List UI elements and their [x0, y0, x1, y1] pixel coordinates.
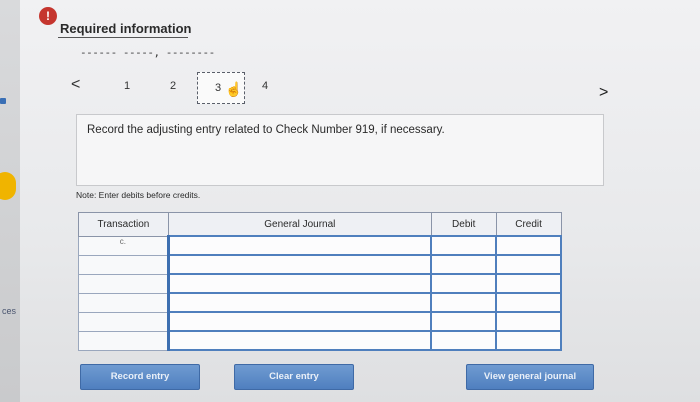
current-page-number: 3	[215, 82, 222, 94]
debit-input[interactable]	[430, 254, 498, 275]
page: ces ! Required information ------ -----,…	[0, 0, 700, 402]
sidebar-yellow-marker[interactable]	[0, 172, 16, 200]
column-header-transaction: Transaction	[78, 212, 169, 237]
debit-input[interactable]	[430, 273, 498, 294]
journal-entry-table: Transaction General Journal Debit Credit…	[78, 212, 562, 351]
record-entry-button[interactable]: Record entry	[80, 364, 200, 390]
account-input[interactable]	[166, 273, 433, 294]
account-input[interactable]	[166, 330, 433, 351]
table-row	[78, 311, 562, 332]
table-row	[78, 254, 562, 275]
transaction-cell	[78, 273, 169, 294]
account-input[interactable]	[166, 235, 433, 256]
next-page-button[interactable]: >	[599, 84, 608, 102]
left-sidebar-strip: ces	[0, 0, 20, 402]
transaction-cell	[78, 292, 169, 313]
table-row	[78, 330, 562, 351]
column-header-credit: Credit	[495, 212, 562, 237]
view-general-journal-button[interactable]: View general journal	[466, 364, 594, 390]
prev-page-button[interactable]: <	[71, 76, 80, 94]
account-input[interactable]	[166, 254, 433, 275]
debit-input[interactable]	[430, 311, 498, 332]
question-text: Record the adjusting entry related to Ch…	[87, 124, 445, 136]
page-4-button[interactable]: 4	[262, 80, 268, 92]
sidebar-blue-marker	[0, 98, 6, 104]
alert-icon: !	[39, 7, 57, 25]
page-2-button[interactable]: 2	[170, 80, 176, 92]
required-information-title: Required information	[60, 21, 192, 36]
question-box: Record the adjusting entry related to Ch…	[76, 114, 604, 186]
credit-input[interactable]	[495, 311, 562, 332]
transaction-cell: c.	[78, 235, 169, 256]
debit-input[interactable]	[430, 292, 498, 313]
note-text: Note: Enter debits before credits.	[76, 190, 201, 200]
credit-input[interactable]	[495, 292, 562, 313]
credit-input[interactable]	[495, 235, 562, 256]
account-input[interactable]	[166, 292, 433, 313]
decorative-dashes: ------ -----, --------	[80, 46, 215, 59]
credit-input[interactable]	[495, 254, 562, 275]
credit-input[interactable]	[495, 273, 562, 294]
table-row: c.	[78, 235, 562, 256]
transaction-cell	[78, 330, 169, 351]
debit-input[interactable]	[430, 330, 498, 351]
page-3-button-current[interactable]: 3 ☝	[197, 72, 245, 104]
account-input[interactable]	[166, 311, 433, 332]
transaction-cell	[78, 311, 169, 332]
column-header-general-journal: General Journal	[167, 212, 432, 237]
credit-input[interactable]	[495, 330, 562, 351]
table-row	[78, 273, 562, 294]
sidebar-partial-text: ces	[2, 306, 17, 316]
title-underline	[58, 37, 188, 38]
hand-pointer-icon: ☝	[225, 81, 243, 97]
clear-entry-button[interactable]: Clear entry	[234, 364, 354, 390]
page-1-button[interactable]: 1	[124, 80, 130, 92]
table-row	[78, 292, 562, 313]
debit-input[interactable]	[430, 235, 498, 256]
table-header-row: Transaction General Journal Debit Credit	[78, 212, 562, 237]
transaction-cell	[78, 254, 169, 275]
column-header-debit: Debit	[430, 212, 497, 237]
